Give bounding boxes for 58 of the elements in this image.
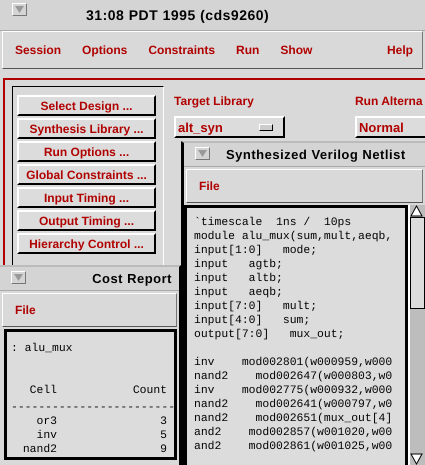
design-name: : alu_mux bbox=[11, 342, 74, 356]
dialog-button[interactable]: Global Constraints ... bbox=[17, 164, 156, 185]
code-line: input aeqb; bbox=[194, 286, 284, 300]
dialog-button[interactable]: Select Design ... bbox=[17, 95, 156, 116]
code-line: module alu_mux(sum,mult,aeqb, bbox=[194, 230, 394, 244]
scrollbar[interactable] bbox=[408, 205, 425, 465]
code-line: and2 mod002861(w001025,w00 bbox=[194, 440, 394, 454]
menu-item[interactable]: File bbox=[12, 303, 39, 317]
column-header: Count bbox=[132, 384, 167, 398]
triangle-icon bbox=[15, 6, 24, 13]
code-line: inv mod002775(w000932,w000 bbox=[194, 384, 394, 398]
separator-line: ------------------------ bbox=[11, 401, 174, 415]
field-label: Target Library bbox=[174, 94, 255, 108]
option-field[interactable]: Normal bbox=[355, 116, 425, 138]
code-line: input altb; bbox=[194, 272, 284, 286]
cell-count: 9 bbox=[159, 443, 167, 457]
menu-item[interactable]: Constraints bbox=[145, 43, 218, 57]
down-arrow-icon[interactable] bbox=[410, 453, 423, 465]
window-menu-button[interactable] bbox=[11, 271, 26, 284]
menu-item[interactable]: Help bbox=[384, 43, 416, 57]
cell-count: 3 bbox=[159, 415, 167, 429]
menu-item[interactable]: Options bbox=[79, 43, 130, 57]
column-header: Cell bbox=[28, 384, 57, 398]
cell-name: inv bbox=[35, 429, 57, 443]
window-menu-button[interactable] bbox=[195, 147, 210, 160]
dialog-button[interactable]: Output Timing ... bbox=[17, 210, 156, 231]
menu-item[interactable]: Show bbox=[277, 43, 316, 57]
menu-item[interactable]: Session bbox=[12, 43, 64, 57]
dialog-button[interactable]: Synthesis Library ... bbox=[17, 118, 156, 139]
code-line: inv mod002801(w000959,w000 bbox=[194, 356, 394, 370]
cell-name: nand2 bbox=[22, 443, 57, 457]
dialog-button[interactable]: Input Timing ... bbox=[17, 187, 156, 208]
code-line: and2 mod002857(w001020,w00 bbox=[194, 426, 394, 440]
menu-item[interactable]: Run bbox=[233, 43, 262, 57]
window-title: Synthesized Verilog Netlist bbox=[226, 147, 406, 162]
code-line: `timescale 1ns / 10ps bbox=[194, 216, 352, 230]
code-line: nand2 mod002647(w000803,w0 bbox=[194, 370, 394, 384]
dialog-button[interactable]: Run Options ... bbox=[17, 141, 156, 162]
triangle-icon bbox=[198, 150, 207, 157]
window-title: Cost Report bbox=[92, 271, 172, 286]
cell-count: 5 bbox=[159, 429, 167, 443]
code-line: input[4:0] sum; bbox=[194, 314, 312, 328]
code-line: input agtb; bbox=[194, 258, 284, 272]
menu-item[interactable]: File bbox=[196, 179, 223, 193]
code-line: nand2 mod002641(w000797,w0 bbox=[194, 398, 394, 412]
dialog-button[interactable]: Hierarchy Control ... bbox=[17, 233, 156, 254]
code-line: nand2 mod002651(mux_out[4] bbox=[194, 412, 394, 426]
code-line: output[7:0] mux_out; bbox=[194, 328, 346, 342]
library-dropdown[interactable]: alt_syn bbox=[174, 116, 285, 138]
cell-name: or3 bbox=[35, 415, 57, 429]
window-title: 31:08 PDT 1995 (cds9260) bbox=[86, 7, 270, 23]
code-line: input[1:0] mode; bbox=[194, 244, 318, 258]
window-menu-button[interactable] bbox=[12, 3, 27, 16]
up-arrow-icon[interactable] bbox=[410, 205, 423, 217]
field-label: Run Alterna bbox=[355, 94, 424, 108]
triangle-icon bbox=[14, 274, 23, 281]
code-line: input[7:0] mult; bbox=[194, 300, 318, 314]
dropdown-icon bbox=[259, 124, 273, 130]
